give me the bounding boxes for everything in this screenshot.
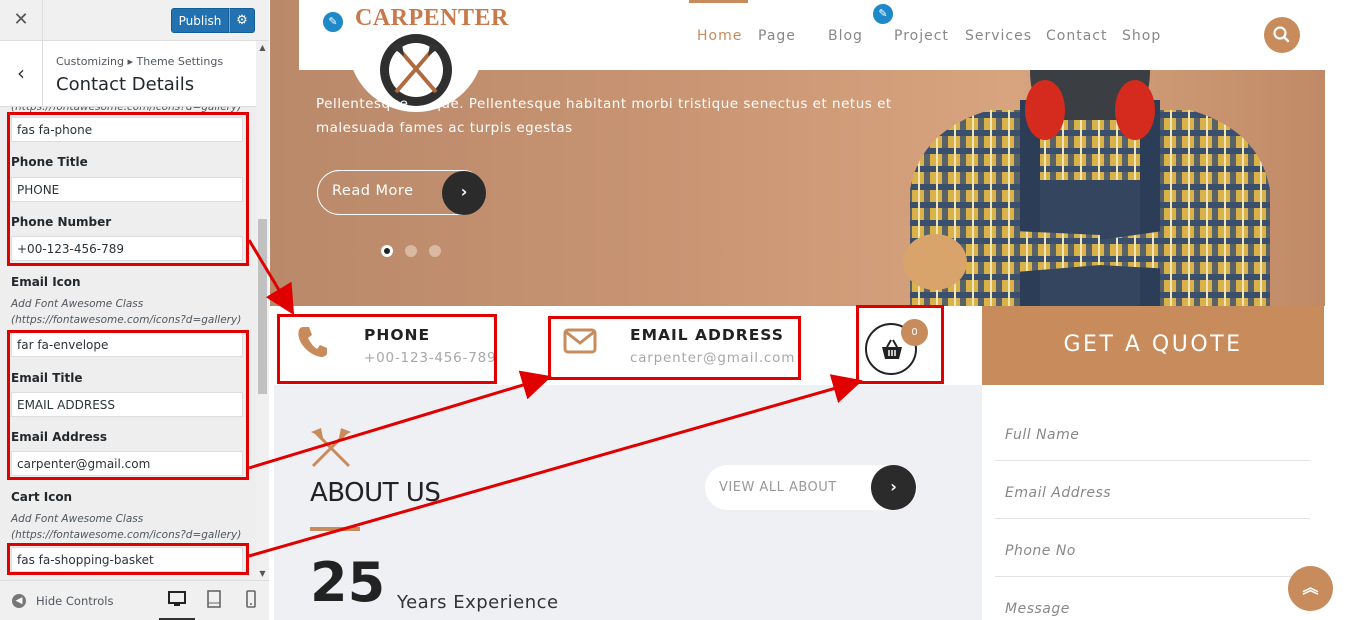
breadcrumb: Customizing ▸ Theme Settings: [56, 55, 224, 68]
publish-settings-gear-icon[interactable]: ⚙: [229, 8, 255, 33]
customizer-panel: ✕ Publish ⚙ ‹ Customizing ▸ Theme Settin…: [0, 0, 269, 620]
hero-slider: Home Page Blog Project Services Contact …: [270, 0, 1325, 306]
phone-field[interactable]: Phone No: [995, 519, 1310, 577]
chevron-right-icon: ›: [871, 465, 916, 510]
panel-scrollbar[interactable]: ▲ ▼: [256, 41, 269, 580]
site-preview: Home Page Blog Project Services Contact …: [269, 0, 1351, 620]
email-fields-highlight: [7, 330, 249, 480]
search-button[interactable]: [1264, 17, 1300, 53]
customizer-header: ✕ Publish ⚙: [0, 0, 269, 41]
nav-services[interactable]: Services: [965, 28, 1032, 44]
email-icon-label: Email Icon: [11, 275, 81, 289]
customizer-footer: ◀ Hide Controls: [0, 580, 269, 620]
scroll-down-arrow-icon[interactable]: ▼: [256, 569, 269, 578]
edit-logo-pencil-icon[interactable]: ✎: [321, 10, 345, 34]
quote-form: Full Name Email Address Phone No Message: [982, 385, 1324, 620]
section-header: ‹ Customizing ▸ Theme Settings Contact D…: [0, 41, 269, 107]
nav-page[interactable]: Page: [758, 28, 796, 44]
hero-text: Pellentesque ... que. Pellentesque habit…: [316, 96, 892, 136]
about-underline: [310, 527, 360, 531]
search-icon: [1273, 26, 1290, 43]
tablet-preview-icon[interactable]: [205, 590, 223, 608]
scroll-up-arrow-icon[interactable]: ▲: [256, 43, 269, 52]
logo-text: CARPENTER: [355, 5, 509, 31]
phone-fields-highlight: [7, 112, 249, 266]
cart-field-highlight: [7, 543, 249, 575]
view-all-about-label: VIEW ALL ABOUT: [719, 480, 837, 495]
hide-controls-button[interactable]: Hide Controls: [36, 594, 113, 608]
section-title: Contact Details: [56, 74, 195, 95]
chevron-right-icon: ›: [442, 171, 486, 215]
publish-button[interactable]: Publish: [171, 8, 229, 33]
scroll-thumb[interactable]: [258, 219, 267, 394]
full-name-field[interactable]: Full Name: [995, 403, 1310, 461]
quote-header: GET A QUOTE: [982, 306, 1324, 385]
slider-dot-1[interactable]: [381, 245, 393, 257]
about-title: ABOUT US: [310, 478, 441, 508]
phone-display-highlight: [277, 314, 497, 384]
about-section: ABOUT US VIEW ALL ABOUT › 25 Years Exper…: [274, 385, 982, 620]
slider-dot-3[interactable]: [429, 245, 441, 257]
cart-icon-description: Add Font Awesome Class (https://fontawes…: [11, 513, 242, 541]
view-all-about-button[interactable]: VIEW ALL ABOUT ›: [705, 465, 917, 510]
edit-nav-pencil-icon[interactable]: ✎: [871, 2, 895, 26]
close-customizer-button[interactable]: ✕: [0, 0, 43, 41]
worker-image: [903, 40, 1270, 306]
email-placeholder: Email Address: [1005, 485, 1112, 501]
full-name-placeholder: Full Name: [1005, 427, 1080, 443]
nav-project[interactable]: Project: [894, 28, 949, 44]
read-more-button[interactable]: Read More ›: [317, 170, 486, 215]
cart-display-highlight: [856, 305, 944, 384]
crossed-axes-icon: [311, 428, 351, 468]
message-placeholder: Message: [1005, 601, 1070, 617]
desktop-preview-icon[interactable]: [168, 590, 186, 608]
nav-contact[interactable]: Contact: [1046, 28, 1107, 44]
nav-blog[interactable]: Blog: [828, 28, 863, 44]
email-icon-description: Add Font Awesome Class (https://fontawes…: [11, 298, 242, 326]
email-display-highlight: [548, 316, 801, 380]
nav-shop[interactable]: Shop: [1122, 28, 1161, 44]
slider-dot-2[interactable]: [405, 245, 417, 257]
years-label: Years Experience: [397, 592, 559, 613]
mobile-preview-icon[interactable]: [242, 590, 260, 608]
nav-home[interactable]: Home: [697, 28, 742, 44]
back-button[interactable]: ‹: [0, 41, 43, 107]
quote-title: GET A QUOTE: [1063, 332, 1243, 357]
hide-controls-icon[interactable]: ◀: [12, 594, 26, 608]
email-field[interactable]: Email Address: [995, 461, 1310, 519]
scroll-to-top-button[interactable]: ︽: [1288, 566, 1333, 611]
nav-active-indicator: [689, 0, 748, 3]
phone-placeholder: Phone No: [1005, 543, 1076, 559]
years-number: 25: [310, 551, 386, 614]
cart-icon-label: Cart Icon: [11, 490, 73, 504]
read-more-label: Read More: [332, 183, 414, 199]
message-field[interactable]: Message: [995, 577, 1310, 620]
